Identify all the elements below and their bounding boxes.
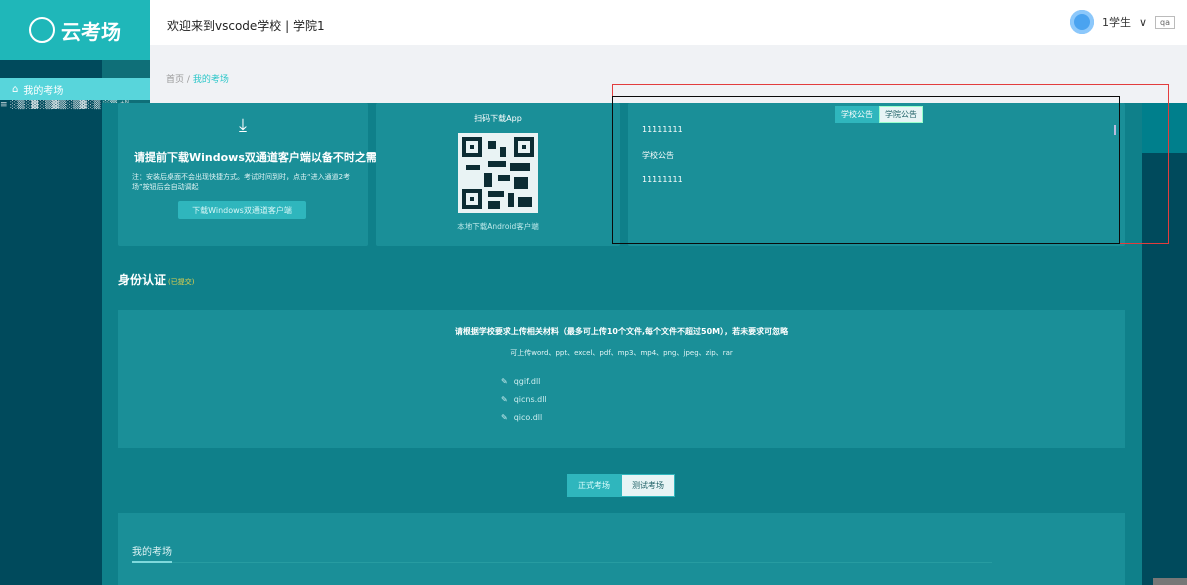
file-name[interactable]: qico.dll (514, 413, 543, 422)
list-item[interactable]: 学校公告 (642, 150, 683, 175)
download-note: 注：安装后桌面不会出现快捷方式。考试时间到时，点击“进入通道2考场”按钮后会自动… (132, 173, 351, 191)
qa-button[interactable]: qa (1155, 15, 1175, 29)
list-item[interactable]: 11111111 (642, 175, 683, 200)
my-exam-card: 我的考场 (118, 513, 1125, 585)
top-header: 欢迎来到vscode学校 | 学院1 1学生 ∨ qa (150, 0, 1187, 45)
sidebar-item-my-exam[interactable]: ⌂ 我的考场 (0, 78, 150, 100)
identity-title: 身份认证 (118, 273, 167, 287)
logo-text: 云考场 (61, 19, 121, 44)
logo[interactable]: 云考场 (0, 0, 150, 60)
cloud-logo-icon (29, 17, 55, 43)
notice-scrollbar[interactable] (1114, 125, 1116, 135)
chevron-down-icon[interactable]: ∨ (1139, 16, 1147, 29)
local-android-download-link[interactable]: 本地下载Android客户端 (376, 221, 620, 232)
paperclip-icon: ✎ (501, 394, 508, 404)
user-menu[interactable]: 1学生 ∨ qa (1069, 10, 1175, 34)
status-badge: (已提交) (168, 278, 195, 286)
qr-code (458, 133, 538, 213)
breadcrumb-current: 我的考场 (192, 75, 229, 85)
download-card: ⤓ 请提前下载Windows双通道客户端以备不时之需 注：安装后桌面不会出现快捷… (118, 103, 377, 246)
tab-school-notice[interactable]: 学校公告 (835, 106, 879, 123)
uploaded-file-list: ✎ qgif.dll ✎ qicns.dll ✎ qico.dll (501, 372, 547, 426)
upload-file-types: 可上传word、ppt、excel、pdf、mp3、mp4、png、jpeg、z… (510, 349, 733, 357)
file-name[interactable]: qgif.dll (514, 377, 541, 386)
exam-type-switch: 正式考场 测试考场 (567, 474, 675, 497)
active-tab-underline (132, 561, 172, 563)
tab-divider (132, 562, 992, 563)
list-item[interactable]: ✎ qgif.dll (501, 372, 547, 390)
sidebar-item-label: 我的考场 (23, 85, 64, 97)
tab-college-notice[interactable]: 学院公告 (879, 106, 923, 123)
identity-upload-card: 请根据学校要求上传相关材料（最多可上传10个文件,每个文件不超过50M），若未要… (118, 310, 1125, 448)
list-item[interactable]: ✎ qicns.dll (501, 390, 547, 408)
identity-section-title: 身份认证 (已提交) (118, 271, 194, 288)
download-icon: ⤓ (239, 115, 247, 136)
breadcrumb-separator: / (186, 75, 190, 85)
test-exam-button[interactable]: 测试考场 (621, 474, 675, 497)
list-item[interactable]: ✎ qico.dll (501, 408, 547, 426)
paperclip-icon: ✎ (501, 412, 508, 422)
breadcrumb: 首页 / 我的考场 (166, 72, 229, 85)
tab-my-exam[interactable]: 我的考场 (132, 543, 172, 558)
home-icon: ⌂ (12, 83, 19, 95)
user-name[interactable]: 1学生 (1102, 14, 1131, 30)
download-title: 请提前下载Windows双通道客户端以备不时之需 (134, 151, 377, 164)
list-item[interactable]: 11111111 (642, 125, 683, 150)
breadcrumb-home[interactable]: 首页 (166, 75, 184, 85)
avatar[interactable] (1069, 10, 1094, 34)
download-windows-button[interactable]: 下载Windows双通道客户端 (178, 201, 306, 219)
scan-label: 扫码下载App (474, 114, 522, 123)
formal-exam-button[interactable]: 正式考场 (567, 474, 621, 497)
welcome-text: 欢迎来到vscode学校 | 学院1 (167, 19, 325, 33)
notice-tabs: 学校公告 学院公告 (835, 106, 923, 123)
notice-list: 11111111 学校公告 11111111 (642, 125, 683, 200)
paperclip-icon: ✎ (501, 376, 508, 386)
file-name[interactable]: qicns.dll (514, 395, 547, 404)
upload-requirement: 请根据学校要求上传相关材料（最多可上传10个文件,每个文件不超过50M），若未要… (454, 327, 789, 336)
app-download-card: 扫码下载App 本地下载Android客户端 (376, 103, 620, 246)
corner-widget (1153, 578, 1187, 585)
